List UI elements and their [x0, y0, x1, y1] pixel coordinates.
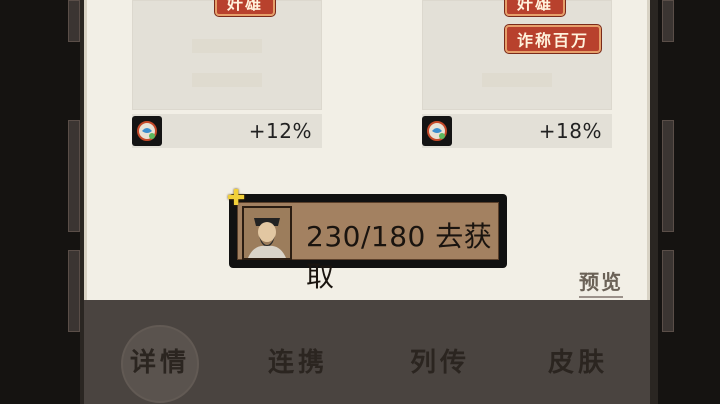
bg-card-edge	[68, 0, 80, 42]
bonus-value: +18%	[538, 119, 602, 143]
preview-link[interactable]: 预览	[579, 266, 623, 298]
tab-combo[interactable]: 连携	[268, 342, 328, 379]
acquire-button-face: 230/180 去获取	[237, 202, 499, 293]
bg-card-edge	[68, 120, 80, 232]
bg-card-edge	[662, 250, 674, 332]
skill-tag: 奸雄	[215, 0, 276, 16]
general-portrait-icon	[242, 206, 292, 260]
bg-card-edge	[662, 0, 674, 42]
skill-tag: 诈称百万	[505, 25, 602, 53]
plus-icon: ✚	[227, 186, 246, 211]
bg-card-edge	[662, 120, 674, 232]
bonus-row-1: +12%	[132, 114, 322, 148]
bonus-row-2: +18%	[422, 114, 612, 148]
tab-details[interactable]: 详情	[130, 342, 190, 379]
acquire-label: 230/180 去获取	[306, 220, 493, 293]
faded-text	[192, 73, 262, 87]
bird-orb-icon	[422, 116, 452, 146]
faded-text	[482, 73, 552, 87]
tab-skins[interactable]: 皮肤	[548, 342, 608, 379]
acquire-button[interactable]: 230/180 去获取 ✚	[227, 188, 507, 293]
left-backdrop	[0, 0, 80, 404]
skill-tag: 奸雄	[505, 0, 566, 16]
bird-orb-icon	[132, 116, 162, 146]
bg-card-edge	[68, 250, 80, 332]
right-backdrop	[658, 0, 720, 404]
bonus-value: +12%	[248, 119, 312, 143]
tab-biography[interactable]: 列传	[410, 342, 470, 379]
faded-text	[192, 39, 262, 53]
tab-bar: 详情 连携 列传 皮肤	[84, 300, 650, 404]
